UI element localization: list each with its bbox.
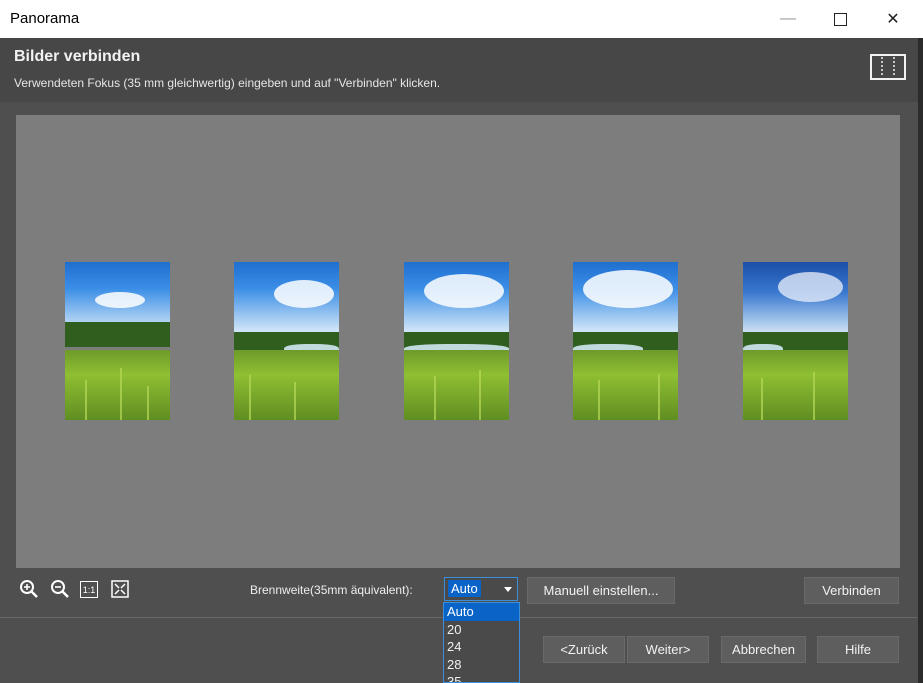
panorama-image-5[interactable] — [743, 262, 848, 420]
window-edge — [918, 38, 923, 683]
maximize-icon — [833, 12, 847, 26]
panorama-image-2[interactable] — [234, 262, 339, 420]
next-button[interactable]: Weiter> — [627, 636, 709, 663]
panorama-image-1[interactable] — [65, 262, 170, 420]
minimize-button[interactable]: — — [765, 0, 811, 38]
panorama-image-4[interactable] — [573, 262, 678, 420]
instruction-text: Verwendeten Fokus (35 mm gleichwertig) e… — [14, 76, 441, 90]
dialog-header: Bilder verbinden Verwendeten Fokus (35 m… — [0, 38, 923, 102]
manual-settings-button[interactable]: Manuell einstellen... — [527, 577, 675, 604]
focal-length-dropdown: Auto 20 24 28 35 — [443, 602, 520, 683]
window-title: Panorama — [10, 10, 80, 27]
back-button[interactable]: <Zurück — [543, 636, 625, 663]
dropdown-option[interactable]: 20 — [444, 621, 519, 639]
connect-button[interactable]: Verbinden — [804, 577, 899, 604]
focal-length-select[interactable]: Auto — [444, 577, 518, 601]
chevron-down-icon — [504, 587, 512, 592]
dropdown-option[interactable]: 35 — [444, 673, 519, 682]
dropdown-option[interactable]: 28 — [444, 656, 519, 674]
close-icon: ✕ — [886, 11, 900, 28]
page-title: Bilder verbinden — [14, 48, 141, 65]
maximize-button[interactable] — [817, 0, 863, 38]
fit-to-window-icon[interactable] — [110, 579, 130, 599]
cancel-button[interactable]: Abbrechen — [721, 636, 806, 663]
zoom-in-icon[interactable] — [19, 579, 39, 599]
panorama-image-3[interactable] — [404, 262, 509, 420]
focal-length-label: Brennweite(35mm äquivalent): — [250, 583, 413, 597]
image-preview-area — [16, 115, 900, 568]
zoom-out-icon[interactable] — [50, 579, 70, 599]
layout-toggle-icon[interactable] — [870, 54, 906, 80]
dropdown-option[interactable]: 24 — [444, 638, 519, 656]
close-button[interactable]: ✕ — [870, 0, 916, 38]
panorama-dialog: Panorama — ✕ Bilder verbinden Verwendete… — [0, 0, 923, 683]
dropdown-option[interactable]: Auto — [444, 603, 519, 621]
actual-size-button[interactable]: 1:1 — [80, 581, 98, 598]
minimize-icon: — — [780, 10, 796, 27]
actual-size-label: 1:1 — [82, 584, 96, 595]
help-button[interactable]: Hilfe — [817, 636, 899, 663]
title-bar: Panorama — ✕ — [0, 0, 923, 39]
focal-length-value: Auto — [448, 580, 481, 597]
